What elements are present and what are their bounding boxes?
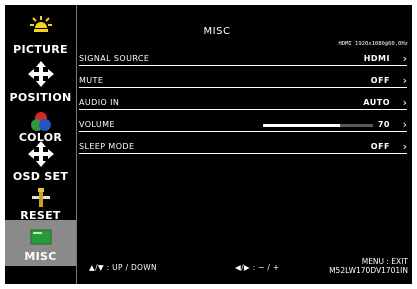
- sidebar-item-osd-set[interactable]: OSD SET: [5, 135, 76, 188]
- nav-hint: ▲/▼ : UP / DOWN: [89, 263, 157, 272]
- menu-row-audio-in[interactable]: AUDIO IN AUTO ›: [79, 93, 407, 110]
- sidebar-item-misc[interactable]: MISC: [5, 220, 76, 266]
- row-value: OFF: [370, 76, 390, 85]
- row-value: AUTO: [363, 98, 390, 107]
- row-label: SLEEP MODE: [79, 142, 135, 151]
- row-value: OFF: [370, 142, 390, 151]
- sidebar-item-position[interactable]: POSITION: [5, 58, 76, 111]
- sidebar-item-label: POSITION: [9, 91, 72, 104]
- move-arrows-icon: [5, 61, 76, 87]
- row-label: AUDIO IN: [79, 98, 120, 107]
- sidebar-item-picture[interactable]: PICTURE: [5, 5, 76, 58]
- menu-row-volume[interactable]: VOLUME 70 ›: [79, 115, 407, 132]
- sidebar-item-label: PICTURE: [13, 43, 68, 56]
- sun-icon: [5, 15, 76, 39]
- page-title: MISC: [203, 26, 231, 37]
- row-label: VOLUME: [79, 120, 115, 129]
- row-label: SIGNAL SOURCE: [79, 54, 150, 63]
- footer-right: MENU : EXIT M52LW170DV1701IN: [329, 257, 408, 275]
- reset-tools-icon: [5, 187, 76, 211]
- menu-row-signal-source[interactable]: SIGNAL SOURCE HDMI ›: [79, 49, 407, 66]
- sidebar-item-label: MISC: [24, 250, 57, 263]
- volume-slider[interactable]: [263, 124, 373, 127]
- sidebar-item-label: OSD SET: [12, 170, 69, 183]
- exit-hint: MENU : EXIT: [361, 257, 408, 266]
- chevron-right-icon: ›: [402, 118, 407, 131]
- menu-row-mute[interactable]: MUTE OFF ›: [79, 71, 407, 88]
- osd-menu: PICTURE POSITION COLOR OSD SET RESET MIS…: [5, 5, 412, 284]
- row-value: HDMI: [363, 54, 390, 63]
- sidebar-divider: [76, 5, 77, 284]
- menu-row-sleep-mode[interactable]: SLEEP MODE OFF ›: [79, 137, 407, 154]
- volume-slider-fill: [263, 124, 340, 127]
- chevron-right-icon: ›: [402, 140, 407, 153]
- sidebar: PICTURE POSITION COLOR OSD SET RESET MIS…: [5, 5, 76, 284]
- model-number: M52LW170DV1701IN: [329, 266, 408, 275]
- row-label: MUTE: [79, 76, 104, 85]
- chevron-right-icon: ›: [402, 96, 407, 109]
- adjust-hint: ◀/▶ : − / +: [235, 263, 280, 272]
- chevron-right-icon: ›: [402, 74, 407, 87]
- row-value: 70: [377, 120, 390, 129]
- signal-info: HDMI 1920x1080@60.0Hz: [338, 41, 408, 47]
- chevron-right-icon: ›: [402, 52, 407, 65]
- osd-move-arrows-icon: [5, 141, 76, 167]
